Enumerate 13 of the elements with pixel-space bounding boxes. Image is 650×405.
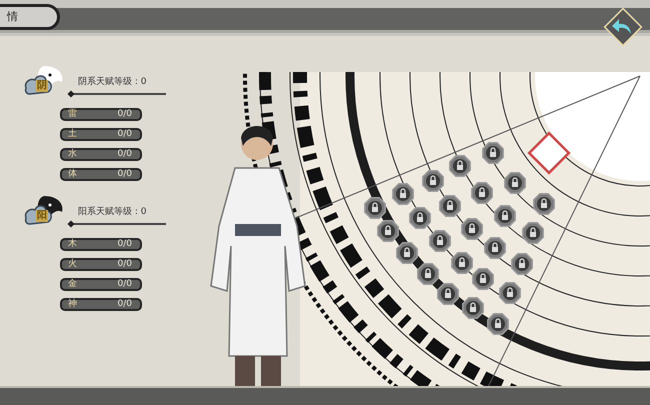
stat-bar: 水 0/0 (60, 148, 142, 161)
stat-bar: 雷 0/0 (60, 108, 142, 121)
stat-bar: 火 0/0 (60, 258, 142, 271)
group-title: 阴系天赋等级 : 0 (78, 76, 148, 88)
stat-bar: 木 0/0 (60, 238, 142, 251)
emblem-label: 阳 (36, 210, 48, 222)
stat-bar: 土 0/0 (60, 128, 142, 141)
stat-bar: 神 0/0 (60, 298, 142, 311)
group-title: 阳系天赋等级 : 0 (78, 206, 148, 218)
stat-bar: 金 0/0 (60, 278, 142, 291)
stat-bar: 体 0/0 (60, 168, 142, 181)
tab[interactable]: 情 (0, 4, 60, 30)
emblem-label: 阴 (36, 80, 48, 92)
